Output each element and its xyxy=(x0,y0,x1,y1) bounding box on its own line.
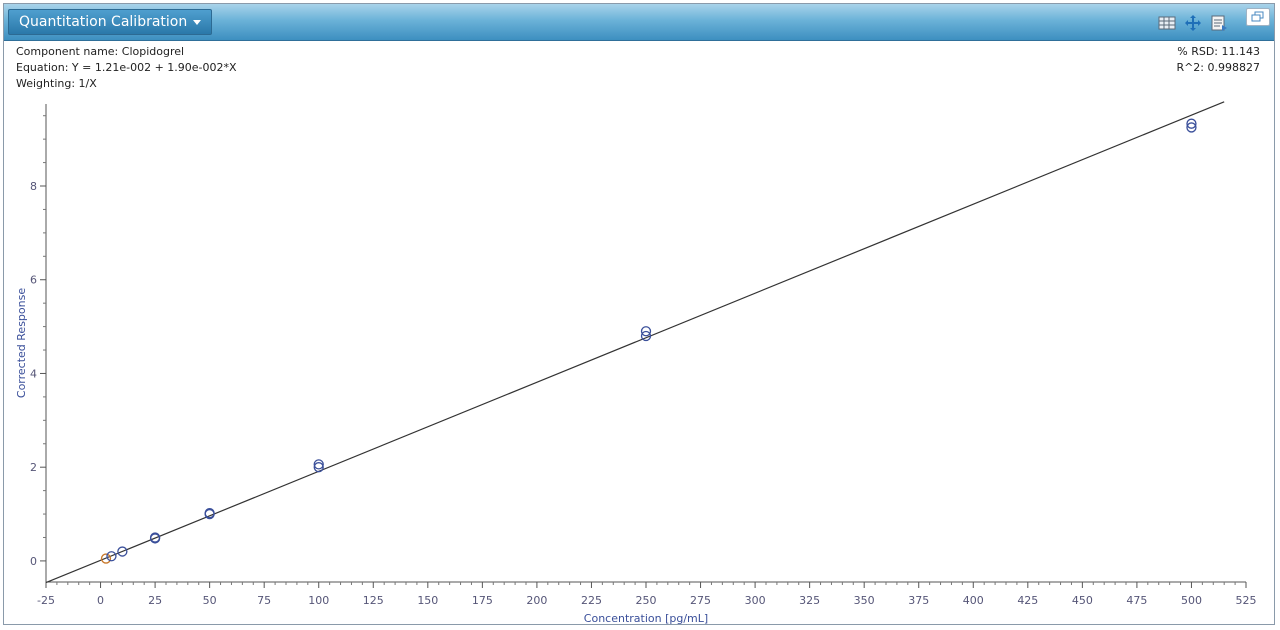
x-tick-label: 250 xyxy=(636,594,657,607)
x-tick-label: 300 xyxy=(745,594,766,607)
x-tick-label: 125 xyxy=(363,594,384,607)
y-axis-title: Corrected Response xyxy=(15,288,28,398)
x-tick-label: -25 xyxy=(37,594,55,607)
calibration-plot[interactable]: -25 0 25 50 75 100 125 150 175 200 225 250 275 300 325… xyxy=(0,0,1280,630)
x-tick-label: 200 xyxy=(526,594,547,607)
x-tick-label: 400 xyxy=(963,594,984,607)
y-tick-label: 4 xyxy=(30,367,37,380)
y-tick-label: 6 xyxy=(30,274,37,287)
y-tick-label: 2 xyxy=(30,461,37,474)
x-tick-label: 25 xyxy=(148,594,162,607)
x-tick-label: 375 xyxy=(908,594,929,607)
x-tick-label: 275 xyxy=(690,594,711,607)
x-axis-title: Concentration [pg/mL] xyxy=(584,612,708,625)
x-tick-label: 425 xyxy=(1017,594,1038,607)
x-tick-label: 350 xyxy=(854,594,875,607)
x-tick-label: 0 xyxy=(97,594,104,607)
y-tick-label: 8 xyxy=(30,180,37,193)
data-points xyxy=(100,118,1197,564)
x-tick-label: 100 xyxy=(308,594,329,607)
x-tick-label: 225 xyxy=(581,594,602,607)
y-tick-label: 0 xyxy=(30,555,37,568)
x-tick-label: 525 xyxy=(1236,594,1257,607)
x-tick-label: 500 xyxy=(1181,594,1202,607)
x-tick-label: 75 xyxy=(257,594,271,607)
x-tick-label: 150 xyxy=(417,594,438,607)
x-tick-label: 50 xyxy=(203,594,217,607)
regression-line xyxy=(45,101,1225,584)
plot-axes: -25 0 25 50 75 100 125 150 175 200 225 250 275 300 325… xyxy=(30,104,1257,607)
x-tick-label: 475 xyxy=(1126,594,1147,607)
regression-line-group xyxy=(45,101,1225,584)
x-tick-label: 450 xyxy=(1072,594,1093,607)
x-tick-label: 325 xyxy=(799,594,820,607)
x-tick-label: 175 xyxy=(472,594,493,607)
